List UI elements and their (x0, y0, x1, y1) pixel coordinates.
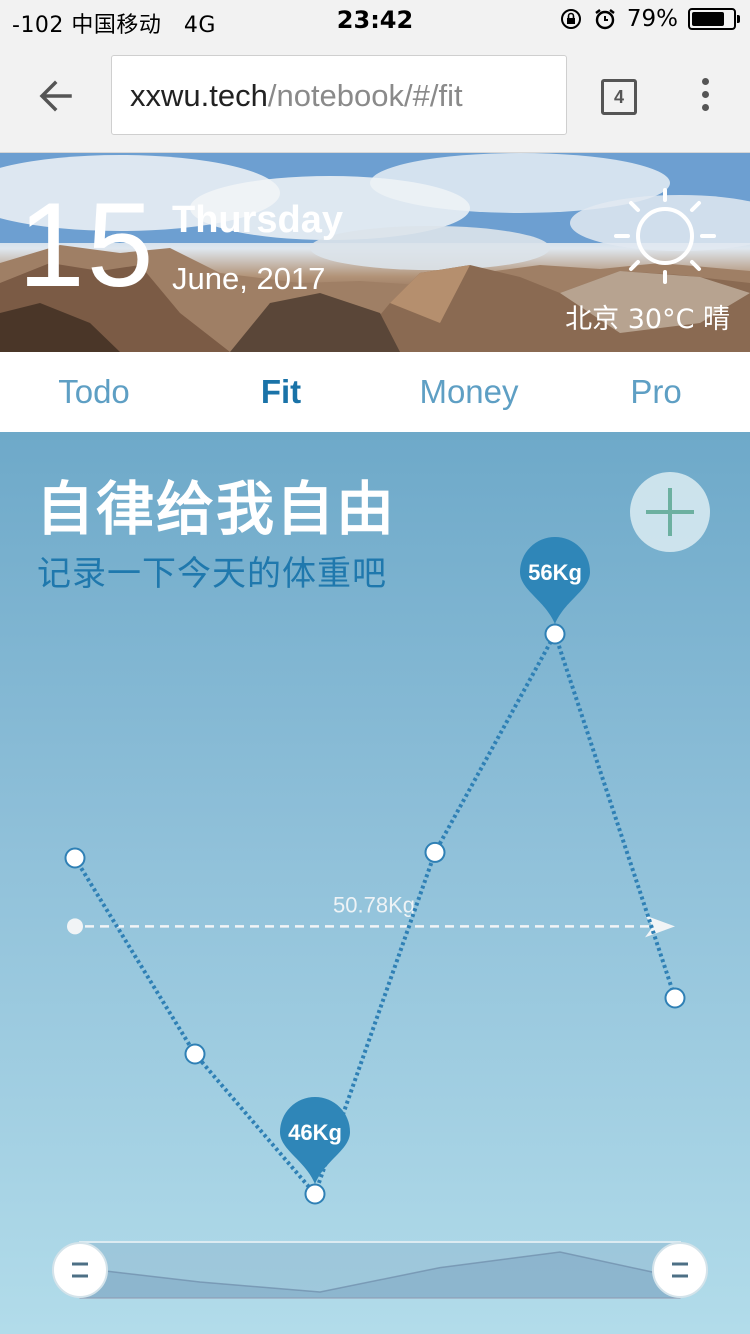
hero-month-year: June, 2017 (172, 261, 326, 296)
data-point[interactable] (64, 847, 86, 869)
sun-icon (614, 188, 716, 284)
overflow-menu-icon[interactable] (700, 78, 712, 114)
hero-weekday: Thursday (172, 199, 344, 241)
url-path: /notebook/#/fit (267, 78, 463, 113)
tab-switcher-button[interactable]: 4 (601, 79, 637, 115)
min-marker-label: 46Kg (288, 1120, 342, 1145)
alarm-icon (595, 9, 615, 30)
data-point[interactable] (184, 1043, 206, 1065)
data-point[interactable] (544, 623, 566, 645)
address-bar[interactable]: xxwu.tech/notebook/#/fit (111, 55, 567, 135)
range-handle-knob[interactable] (52, 1242, 108, 1298)
range-handle-left[interactable] (52, 1242, 108, 1298)
hero-day-number: 15 (18, 178, 156, 312)
status-right-group: 79% (559, 6, 740, 32)
range-handle-knob[interactable] (652, 1242, 708, 1298)
section-tabs: Todo Fit Money Pro (0, 352, 750, 432)
url-host: xxwu.tech (130, 78, 268, 113)
data-point[interactable] (424, 841, 446, 863)
data-point[interactable] (664, 987, 686, 1009)
tab-todo[interactable]: Todo (0, 352, 188, 432)
status-bar: -102 中国移动 4G 23:42 79% (0, 0, 750, 40)
weather-summary: 北京 30°C 晴 (565, 304, 730, 335)
fit-panel: 自律给我自由 记录一下今天的体重吧 50.78Kg 56Kg 46Kg (0, 432, 750, 1334)
date-weather-header: 15 Thursday June, 2017 北京 30°C 晴 (0, 153, 750, 352)
back-arrow-icon[interactable] (36, 76, 76, 116)
data-point[interactable] (304, 1183, 326, 1205)
range-handle-right[interactable] (652, 1242, 708, 1298)
browser-toolbar: xxwu.tech/notebook/#/fit 4 (0, 40, 750, 153)
tab-fit[interactable]: Fit (187, 352, 375, 432)
battery-percent: 79% (626, 6, 678, 32)
rotation-lock-icon (560, 9, 581, 29)
tab-money[interactable]: Money (375, 352, 563, 432)
average-label: 50.78Kg (333, 892, 415, 917)
battery-icon (688, 8, 740, 30)
max-marker-label: 56Kg (528, 560, 582, 585)
weight-chart: 50.78Kg 56Kg 46Kg (52, 537, 708, 1299)
battery-fill (692, 12, 724, 26)
average-line-start-dot (67, 918, 83, 935)
tab-pro[interactable]: Pro (562, 352, 750, 432)
